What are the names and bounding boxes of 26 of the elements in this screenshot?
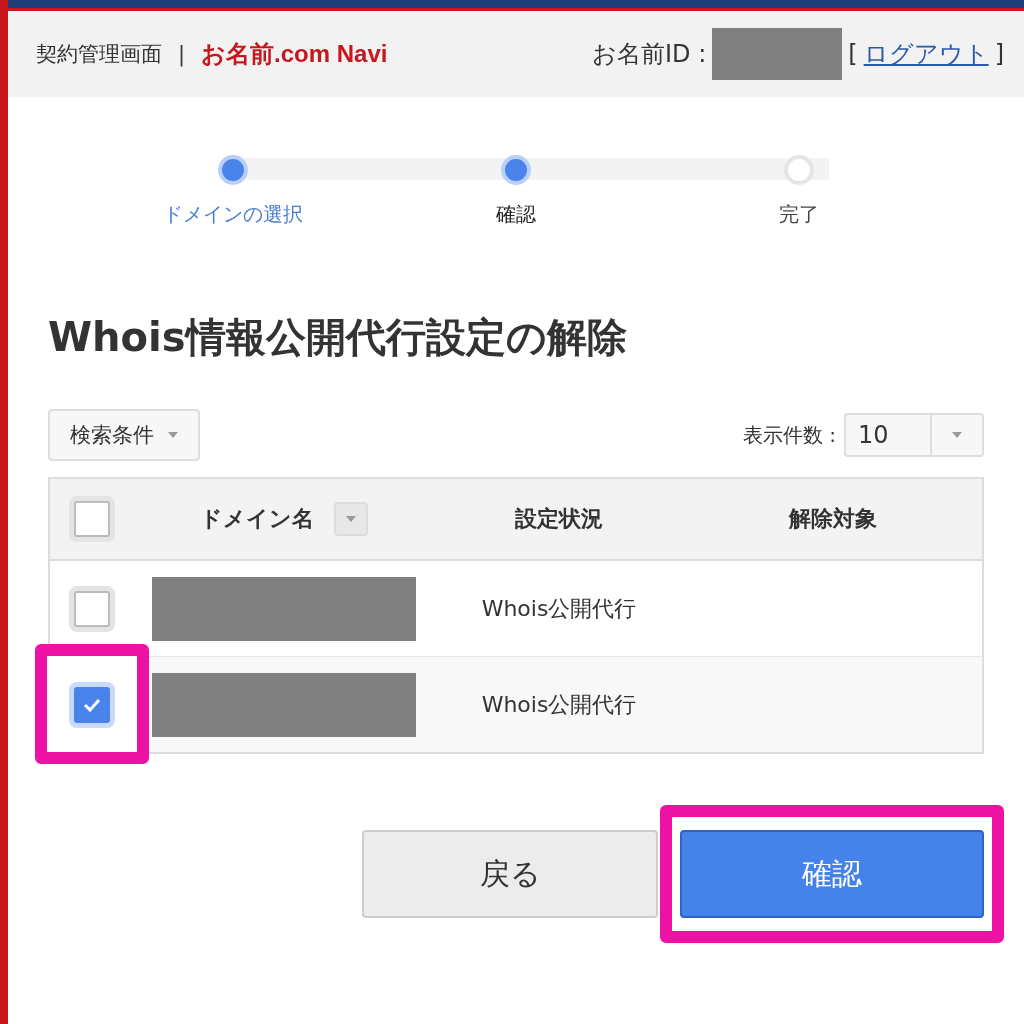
back-button[interactable]: 戻る: [362, 830, 658, 918]
step-label: ドメインの選択: [163, 201, 303, 228]
page-size-select[interactable]: 10: [844, 413, 984, 457]
id-label: お名前ID :: [591, 39, 707, 70]
step-label: 確認: [496, 201, 536, 228]
brand-name: お名前.com Navi: [201, 39, 388, 69]
column-header: ドメイン名: [200, 505, 314, 533]
page-size-label: 表示件数 :: [742, 421, 836, 449]
logout-link[interactable]: ログアウト: [863, 38, 989, 70]
filter-dropdown[interactable]: 検索条件: [48, 409, 200, 461]
column-header: 解除対象: [789, 505, 877, 533]
table-cell-text: Whois公開代行: [481, 594, 637, 623]
bracket-text: [: [848, 40, 858, 68]
check-icon: [83, 697, 101, 712]
confirm-button[interactable]: 確認: [680, 830, 984, 918]
caret-icon: [952, 432, 962, 438]
sort-button[interactable]: [334, 502, 368, 536]
bracket-text: ]: [994, 40, 1004, 68]
table-cell-text: Whois公開代行: [481, 690, 637, 719]
page-title: Whois情報公開代行設定の解除: [48, 313, 628, 362]
column-header: 設定状況: [515, 505, 603, 533]
separator-text: |: [178, 42, 186, 66]
section-title: 契約管理画面: [36, 41, 162, 68]
caret-icon: [346, 516, 356, 522]
step-label: 完了: [779, 201, 819, 228]
caret-icon: [168, 432, 178, 438]
